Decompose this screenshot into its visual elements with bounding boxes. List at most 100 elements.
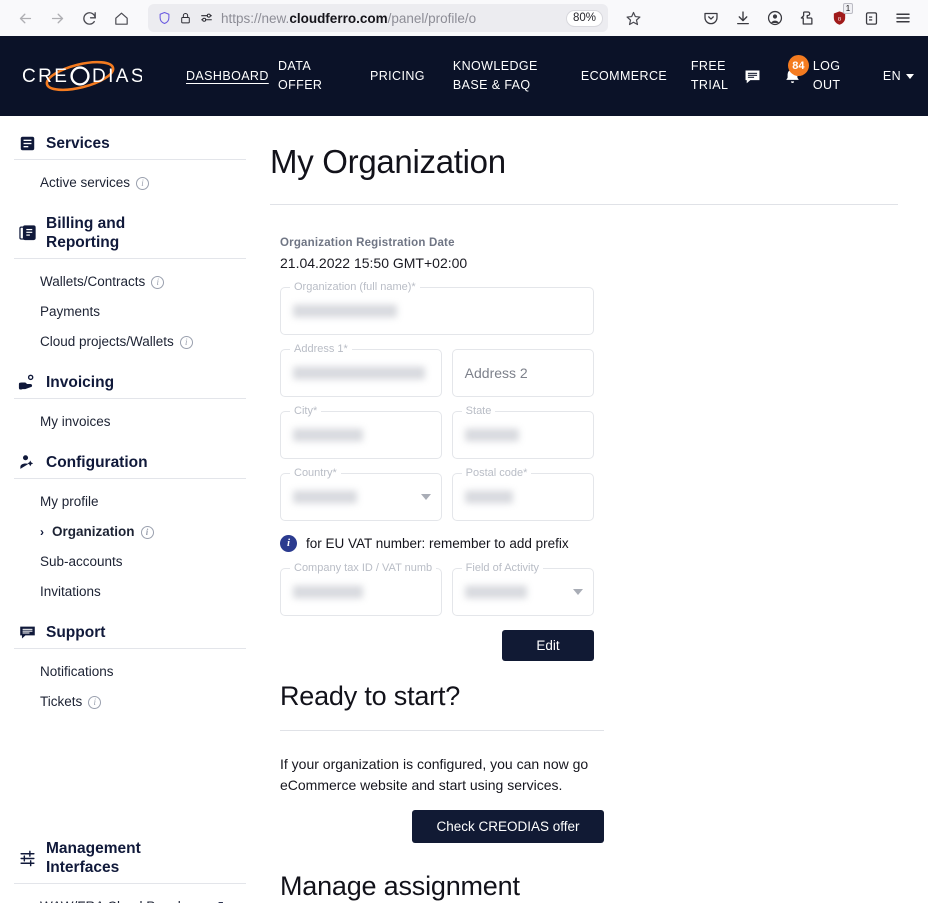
save-button[interactable] (856, 3, 886, 33)
extension-button[interactable] (792, 3, 822, 33)
nav-item-dashboard[interactable]: DASHBOARD (172, 67, 268, 86)
sidebar-item-notifications[interactable]: Notifications (0, 657, 260, 687)
info-icon[interactable]: i (140, 525, 154, 539)
main-nav: DASHBOARD DATA OFFER PRICING KNOWLEDGE B… (172, 57, 735, 95)
downloads-button[interactable] (728, 3, 758, 33)
back-button[interactable] (10, 3, 40, 33)
ready-to-start-section: Ready to start? If your organization is … (270, 661, 898, 843)
chevron-right-icon: › (40, 525, 44, 539)
city-field[interactable]: City* (280, 405, 442, 459)
sidebar-item-label: My invoices (40, 414, 111, 429)
postal-code-field[interactable]: Postal code* (451, 467, 594, 521)
address2-field[interactable]: Address 2 (451, 349, 594, 397)
divider (14, 258, 246, 259)
pocket-button[interactable] (696, 3, 726, 33)
header-actions: 84 LOG OUT EN (735, 55, 914, 95)
form-row: City* State (280, 405, 594, 459)
organization-name-field[interactable]: Organization (full name)* (280, 281, 594, 335)
company-tax-id-field[interactable]: Company tax ID / VAT numb (280, 562, 442, 616)
sidebar-item-label: Organization (52, 524, 135, 539)
nav-item-data-offer[interactable]: DATA OFFER (264, 57, 356, 95)
notifications-button[interactable]: 84 (774, 55, 809, 87)
pocket-icon (704, 12, 718, 25)
nav-item-knowledge-base[interactable]: KNOWLEDGE BASE & FAQ (439, 57, 567, 95)
chat-button[interactable] (735, 67, 770, 86)
sidebar-item-wallets-contracts[interactable]: Wallets/Contracts i (0, 267, 260, 297)
sidebar-item-tickets[interactable]: Tickets i (0, 687, 260, 717)
registration-date-block: Organization Registration Date 21.04.202… (270, 205, 898, 271)
reload-button[interactable] (74, 3, 104, 33)
url-domain: cloudferro.com (289, 10, 388, 26)
chevron-down-icon (420, 494, 431, 500)
field-placeholder: Address 2 (464, 365, 528, 381)
home-icon (114, 12, 128, 25)
sidebar-item-my-profile[interactable]: My profile (0, 487, 260, 517)
app-menu-button[interactable] (888, 3, 918, 33)
services-icon (18, 134, 37, 153)
bookmark-button[interactable] (618, 3, 648, 33)
address-bar[interactable]: https://new.cloudferro.com/panel/profile… (148, 4, 608, 32)
page-title: My Organization (270, 143, 506, 180)
check-creodias-offer-button[interactable]: Check CREODIAS offer (412, 810, 604, 843)
sidebar-item-label: Sub-accounts (40, 554, 123, 569)
info-icon[interactable]: i (151, 275, 165, 289)
sidebar-item-cloud-projects-wallets[interactable]: Cloud projects/Wallets i (0, 327, 260, 357)
sidebar-item-payments[interactable]: Payments (0, 297, 260, 327)
language-label: EN (882, 69, 901, 83)
reload-icon (82, 11, 96, 25)
info-icon[interactable]: i (88, 695, 102, 709)
address1-field[interactable]: Address 1* (280, 343, 442, 397)
home-button[interactable] (106, 3, 136, 33)
field-label: Address 1* (290, 343, 352, 355)
sidebar-item-organization[interactable]: › Organization i (0, 517, 260, 547)
edit-button[interactable]: Edit (502, 630, 594, 661)
sidebar-item-sub-accounts[interactable]: Sub-accounts (0, 547, 260, 577)
nav-item-ecommerce[interactable]: ECOMMERCE (567, 67, 677, 86)
info-icon[interactable]: i (136, 176, 150, 190)
redacted-value (293, 366, 425, 380)
forward-button[interactable] (42, 3, 72, 33)
field-of-activity-select[interactable]: Field of Activity (451, 562, 594, 616)
section-title: Billing and Reporting (46, 215, 126, 251)
country-select[interactable]: Country* (280, 467, 442, 521)
sidebar-item-label: Invitations (40, 584, 101, 599)
sidebar-item-my-invoices[interactable]: My invoices (0, 407, 260, 437)
field-label: City* (290, 405, 322, 417)
redacted-value (293, 490, 357, 504)
section-title: Configuration (46, 454, 148, 471)
info-icon[interactable]: i (179, 335, 193, 349)
sidebar-item-invitations[interactable]: Invitations (0, 577, 260, 607)
ready-to-start-text: If your organization is configured, you … (280, 756, 589, 793)
divider (14, 478, 246, 479)
sidebar-item-waw-fra-cloud-panel[interactable]: WAW/FRA Cloud Panel (0, 892, 260, 903)
redacted-value (464, 585, 527, 599)
shield-icon (159, 11, 170, 25)
field-label: Company tax ID / VAT numb (290, 562, 437, 574)
url-subdomain: new. (261, 10, 290, 26)
creodias-logo[interactable]: CRE DIAS (18, 56, 144, 96)
browser-toolbar-right: ʊ 1 (696, 3, 918, 33)
info-icon: i (280, 535, 297, 552)
url-text[interactable]: https://new.cloudferro.com/panel/profile… (221, 11, 559, 26)
field-label: Field of Activity (461, 562, 544, 574)
sidebar-item-active-services[interactable]: Active services i (0, 168, 260, 198)
permissions-icon[interactable] (199, 11, 214, 25)
language-selector[interactable]: EN (883, 69, 914, 83)
account-button[interactable] (760, 3, 790, 33)
nav-item-pricing[interactable]: PRICING (356, 67, 439, 86)
zoom-level-indicator[interactable]: 80% (565, 9, 603, 27)
ublock-origin-button[interactable]: ʊ 1 (824, 3, 854, 33)
sidebar-section-billing: Billing and Reporting (0, 214, 260, 252)
url-scheme: https:// (221, 10, 262, 26)
site-header: CRE DIAS DASHBOARD DATA OFFER PRICING KN… (0, 36, 928, 116)
download-icon (737, 11, 749, 25)
registration-date-value: 21.04.2022 15:50 GMT+02:00 (280, 255, 468, 271)
sidebar-item-label: WAW/FRA Cloud Panel (40, 898, 181, 903)
state-field[interactable]: State (451, 405, 594, 459)
nav-item-free-trial[interactable]: FREE TRIAL (677, 57, 728, 95)
invoicing-icon (18, 373, 37, 392)
field-label: Organization (full name)* (290, 281, 420, 293)
organization-form: Organization (full name)* Address 1* Add… (270, 271, 594, 661)
logout-button[interactable]: LOG OUT (813, 57, 857, 95)
manage-assignment-title: Manage assignment (280, 871, 520, 901)
